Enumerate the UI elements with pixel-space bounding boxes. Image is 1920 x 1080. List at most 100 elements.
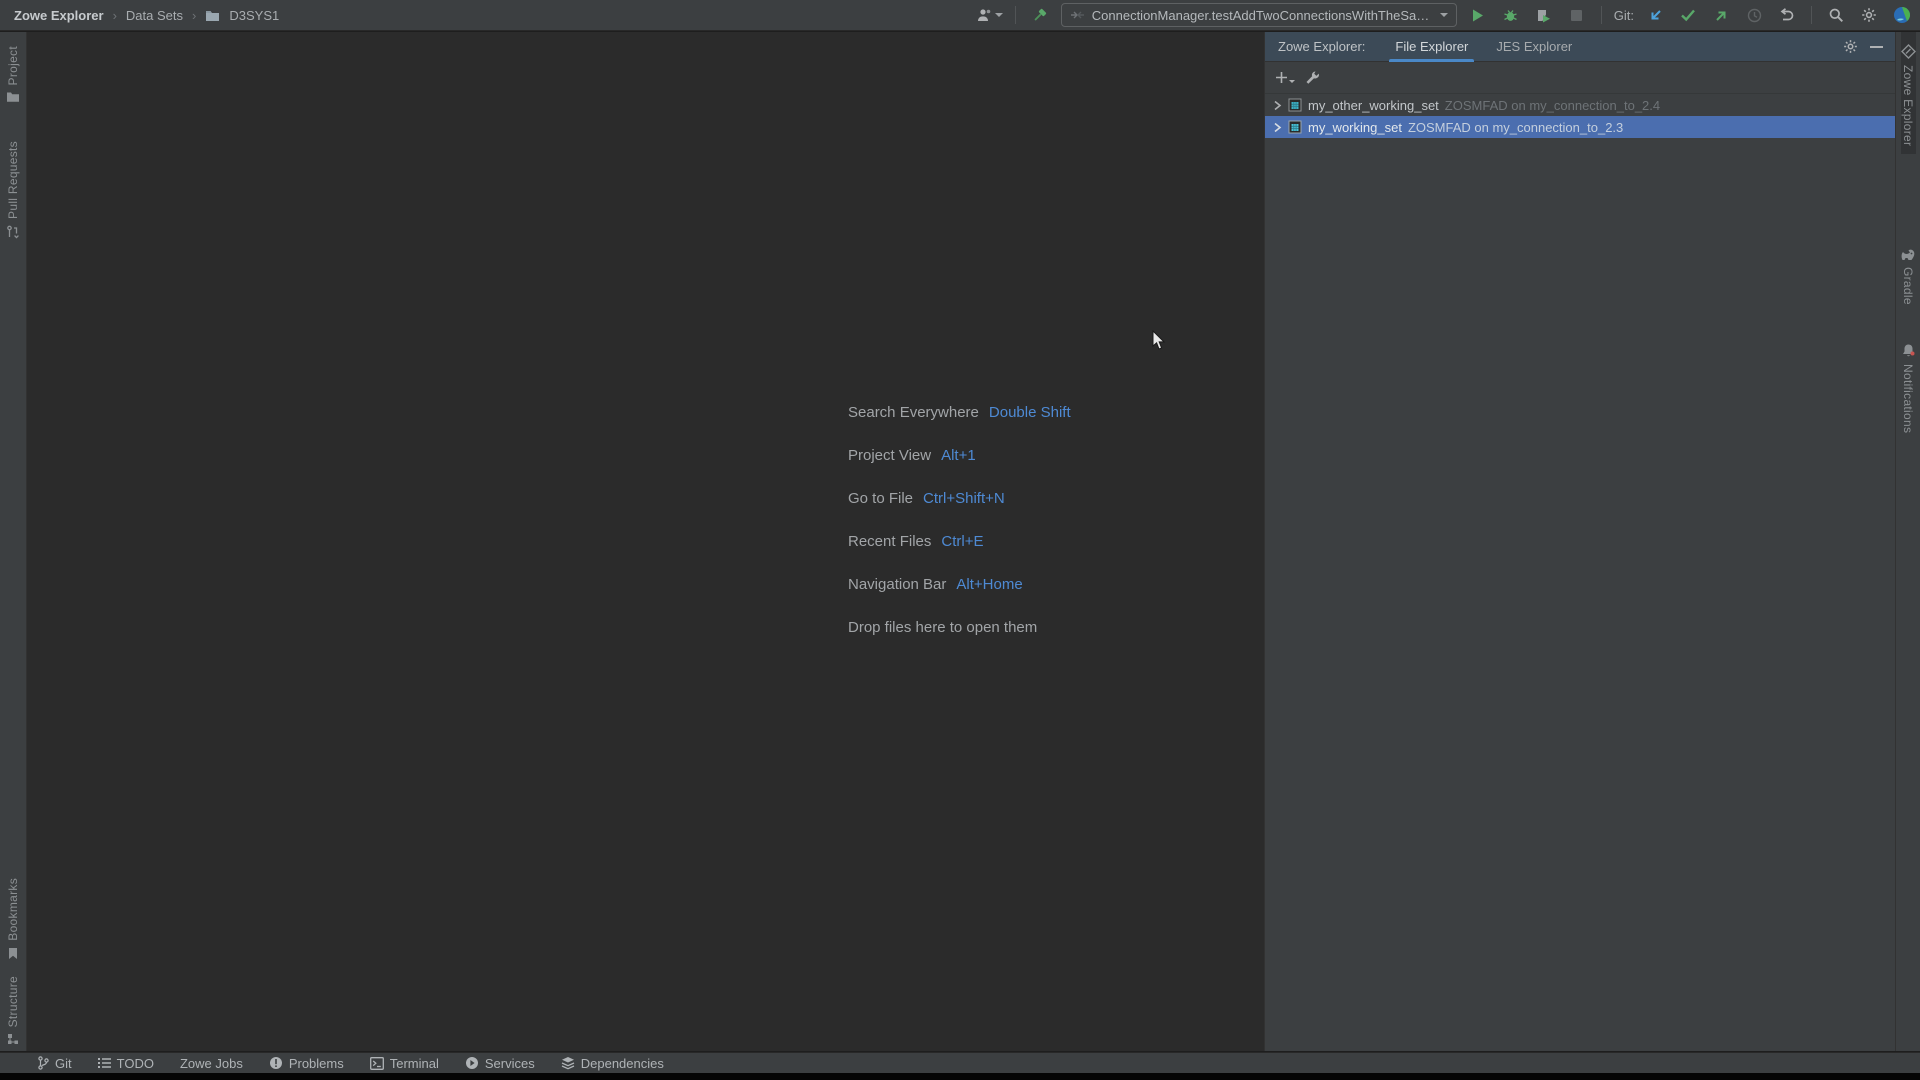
problems-icon: [269, 1057, 282, 1069]
bookmarks-stripe-label: Bookmarks: [6, 877, 20, 941]
tool-window-settings-button[interactable]: [1839, 36, 1861, 58]
git-push-button[interactable]: [1709, 3, 1733, 27]
folder-icon: [205, 9, 220, 22]
left-tool-stripe: Project Pull Requests Bookmarks Structur…: [0, 32, 27, 1051]
rollback-button[interactable]: [1775, 3, 1799, 27]
status-item-git[interactable]: Git: [26, 1053, 83, 1073]
status-item-terminal[interactable]: Terminal: [359, 1053, 450, 1073]
tree-row-other-working-set[interactable]: my_other_working_set ZOSMFAD on my_conne…: [1265, 94, 1895, 116]
gear-icon: [1843, 40, 1857, 53]
code-with-me-button[interactable]: [976, 3, 1003, 27]
tab-jes-explorer[interactable]: JES Explorer: [1484, 32, 1584, 62]
status-item-label: Services: [484, 1055, 535, 1071]
breadcrumb-section[interactable]: Data Sets: [126, 8, 183, 23]
bug-icon: [1503, 8, 1518, 23]
users-icon: [976, 7, 993, 23]
stripe-button-pull-requests[interactable]: Pull Requests: [6, 111, 20, 247]
bell-icon: [1901, 343, 1916, 358]
stripe-button-notifications[interactable]: Notifications: [1901, 335, 1916, 441]
run-coverage-button[interactable]: [1532, 3, 1556, 27]
coverage-icon: [1536, 8, 1552, 23]
minimize-icon: [1869, 45, 1883, 48]
shortcut-keys: Alt+Home: [956, 576, 1023, 593]
folder-icon: [6, 91, 20, 103]
edit-working-set-button[interactable]: [1305, 70, 1320, 85]
status-item-label: Problems: [288, 1055, 344, 1071]
debug-button[interactable]: [1499, 3, 1523, 27]
history-button: [1742, 3, 1766, 27]
stripe-button-gradle[interactable]: Gradle: [1900, 240, 1916, 313]
swirl-icon: [1893, 6, 1911, 24]
main-toolbar: Zowe Explorer › Data Sets › D3SYS1 Conne…: [0, 0, 1920, 31]
settings-button[interactable]: [1857, 3, 1881, 27]
git-update-button[interactable]: [1643, 3, 1667, 27]
working-set-icon: [1288, 98, 1302, 112]
hammer-icon: [1031, 7, 1048, 24]
build-button[interactable]: [1028, 3, 1052, 27]
chevron-down-icon: [1439, 13, 1448, 17]
pull-requests-stripe-label: Pull Requests: [6, 141, 20, 220]
breadcrumb-separator: ›: [112, 7, 117, 23]
breadcrumb-separator: ›: [192, 7, 197, 23]
structure-icon: [7, 1033, 20, 1045]
shortcut-keys: Double Shift: [988, 404, 1071, 421]
chevron-right-icon[interactable]: [1273, 122, 1282, 133]
ide-plugin-icon[interactable]: [1890, 3, 1914, 27]
working-set-detail: ZOSMFAD on my_connection_to_2.4: [1444, 97, 1661, 113]
stripe-button-project[interactable]: Project: [6, 32, 20, 111]
status-item-zowe-jobs[interactable]: Zowe Jobs: [169, 1053, 254, 1073]
shortcut-hint-row: Navigation Bar Alt+Home: [848, 576, 1071, 619]
tab-file-explorer[interactable]: File Explorer: [1383, 32, 1480, 62]
shortcut-label: Search Everywhere: [848, 404, 979, 421]
run-button[interactable]: [1466, 3, 1490, 27]
arrow-down-left-icon: [1648, 8, 1663, 23]
breadcrumb-item[interactable]: D3SYS1: [229, 8, 279, 23]
chevron-right-icon[interactable]: [1273, 100, 1282, 111]
tool-window-hide-button[interactable]: [1865, 36, 1887, 58]
window-bottom-strip: [0, 1073, 1920, 1080]
git-branch-icon: [38, 1056, 49, 1070]
zowe-explorer-stripe-label: Zowe Explorer: [1901, 65, 1915, 147]
wrench-icon: [1306, 71, 1319, 84]
status-item-problems[interactable]: Problems: [258, 1053, 355, 1073]
editor-area[interactable]: Search Everywhere Double Shift Project V…: [27, 32, 1264, 1051]
shortcut-keys: Alt+1: [941, 447, 976, 464]
git-label: Git:: [1613, 7, 1634, 23]
arrow-up-right-icon: [1714, 8, 1729, 23]
run-configuration-select[interactable]: ConnectionManager.testAddTwoConnectionsW…: [1060, 3, 1457, 27]
search-everywhere-button[interactable]: [1824, 3, 1848, 27]
toolbar-divider: [1014, 6, 1016, 24]
status-item-label: TODO: [116, 1055, 154, 1071]
working-set-tree: my_other_working_set ZOSMFAD on my_conne…: [1265, 94, 1895, 1051]
shortcut-keys: Ctrl+Shift+N: [923, 490, 1005, 507]
notifications-stripe-label: Notifications: [1901, 364, 1915, 434]
status-item-services[interactable]: Services: [454, 1053, 546, 1073]
toolbar-divider: [1811, 6, 1812, 24]
plus-icon: [1276, 72, 1287, 83]
status-item-todo[interactable]: TODO: [87, 1053, 165, 1073]
shortcut-hint-row: Project View Alt+1: [848, 447, 1071, 490]
tree-row-working-set[interactable]: my_working_set ZOSMFAD on my_connection_…: [1265, 116, 1895, 138]
stripe-button-zowe-explorer[interactable]: Zowe Explorer: [1900, 32, 1916, 155]
stripe-button-bookmarks[interactable]: Bookmarks: [6, 870, 20, 968]
stop-button: [1565, 3, 1589, 27]
working-set-icon: [1288, 120, 1302, 134]
gradle-stripe-label: Gradle: [1901, 267, 1915, 306]
tool-window-header[interactable]: Zowe Explorer: File Explorer JES Explore…: [1265, 32, 1895, 62]
git-commit-button[interactable]: [1676, 3, 1700, 27]
clock-icon: [1747, 8, 1762, 23]
chevron-down-icon: [994, 13, 1003, 17]
shortcut-label: Project View: [848, 447, 932, 464]
breadcrumb-root[interactable]: Zowe Explorer: [14, 8, 104, 23]
stripe-button-structure[interactable]: Structure: [6, 968, 20, 1051]
status-item-label: Dependencies: [580, 1055, 664, 1071]
add-working-set-button[interactable]: [1275, 71, 1295, 84]
working-set-name: my_other_working_set: [1308, 97, 1439, 113]
shortcut-hint-row: Recent Files Ctrl+E: [848, 533, 1071, 576]
shortcut-label: Go to File: [848, 490, 914, 507]
status-item-dependencies[interactable]: Dependencies: [550, 1053, 675, 1073]
todo-list-icon: [97, 1058, 111, 1068]
stop-icon: [1570, 9, 1583, 22]
breadcrumb: Zowe Explorer › Data Sets › D3SYS1: [14, 8, 279, 23]
shortcut-hint-row: Go to File Ctrl+Shift+N: [848, 490, 1071, 533]
